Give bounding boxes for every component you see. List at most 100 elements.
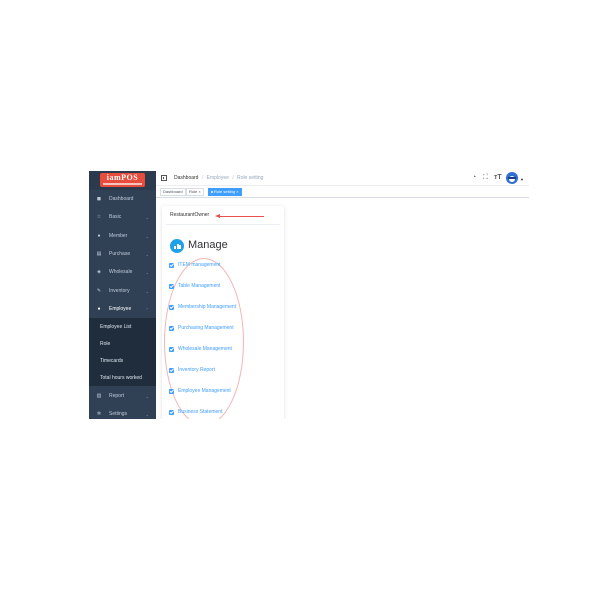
submenu-item-label: Role: [100, 340, 111, 347]
sidebar-item-label: Member: [109, 233, 128, 239]
sidebar-item-label: Inventory: [109, 288, 130, 294]
top-navbar: Dashboard / Employee / Role setting ◔ ⛶ …: [156, 171, 529, 186]
submenu-item-total-hours[interactable]: Total hours worked: [89, 369, 156, 386]
sidebar-item-label: Employee: [109, 306, 132, 312]
chevron-down-icon: ⌄: [145, 288, 149, 294]
permission-checkbox-membership-management[interactable]: Membership Management: [169, 303, 236, 311]
permission-label: ITEM management: [178, 262, 221, 268]
chevron-down-icon: ⌄: [145, 411, 149, 417]
breadcrumb-item-dashboard[interactable]: Dashboard: [174, 175, 198, 181]
permission-label: Business Statement: [178, 409, 223, 415]
help-icon[interactable]: ◔: [472, 174, 476, 182]
submenu-item-label: Timecards: [100, 357, 124, 364]
permission-label: Employee Management: [178, 388, 231, 394]
submenu-item-label: Total hours worked: [100, 374, 142, 381]
font-size-icon[interactable]: ᴛT: [494, 174, 502, 182]
employee-submenu: Employee List Role Timecards Total hours…: [89, 318, 156, 386]
permission-checkbox-item-management[interactable]: ITEM management: [169, 261, 221, 269]
permission-checkbox-table-management[interactable]: Table Management: [169, 282, 221, 290]
section-title: Manage: [188, 239, 228, 251]
checkbox-checked-icon[interactable]: [169, 304, 174, 310]
breadcrumb-item-role-setting: Role setting: [237, 175, 264, 181]
chart-icon: ▥: [96, 393, 102, 399]
breadcrumb: Dashboard / Employee / Role setting: [174, 175, 263, 182]
sidebar-item-label: Dashboard: [109, 196, 134, 202]
breadcrumb-separator: /: [201, 175, 204, 181]
sidebar-item-basic[interactable]: ☆ Basic ⌄: [89, 208, 156, 226]
checkbox-checked-icon[interactable]: [169, 388, 174, 394]
permission-checkbox-business-statement[interactable]: Business Statement: [169, 408, 222, 416]
annotation-arrow-line: [218, 216, 264, 217]
sidebar-item-member[interactable]: ● Member ⌄: [89, 227, 156, 245]
permission-checkbox-wholesale-management[interactable]: Wholesale Management: [169, 345, 232, 353]
permission-checkbox-employee-management[interactable]: Employee Management: [169, 387, 231, 395]
checkbox-checked-icon[interactable]: [169, 283, 174, 289]
app-logo[interactable]: iamPOS: [100, 173, 145, 187]
chevron-down-icon: ⌄: [145, 251, 149, 257]
chevron-up-icon: ⌃: [145, 306, 149, 312]
logo-text: iamPOS: [106, 173, 139, 182]
permission-label: Purchasing Management: [178, 325, 234, 331]
logo-tagline: [103, 183, 142, 185]
sidebar-item-wholesale[interactable]: ◈ Wholesale ⌄: [89, 263, 156, 281]
tag-icon: ◈: [97, 269, 101, 275]
checkbox-checked-icon[interactable]: [169, 409, 174, 415]
breadcrumb-separator: /: [232, 175, 234, 181]
list-icon: ▤: [96, 251, 102, 257]
submenu-item-timecards[interactable]: Timecards: [89, 352, 156, 369]
sidebar-item-report[interactable]: ▥ Report ⌄: [89, 387, 156, 405]
permission-label: Inventory Report: [178, 367, 215, 373]
employee-icon: ●: [97, 306, 101, 312]
breadcrumb-item-employee: Employee: [206, 175, 229, 181]
checkbox-checked-icon[interactable]: [169, 367, 174, 373]
submenu-item-employee-list[interactable]: Employee List: [89, 318, 156, 335]
sidebar-item-label: Settings: [109, 411, 128, 417]
user-icon: ●: [97, 233, 101, 239]
fullscreen-icon[interactable]: ⛶: [483, 174, 488, 182]
chevron-down-icon: ⌄: [145, 233, 149, 239]
checkbox-checked-icon[interactable]: [169, 325, 174, 331]
sidebar-item-label: Purchase: [109, 251, 131, 257]
sidebar-item-label: Wholesale: [109, 269, 133, 275]
permission-label: Membership Management: [178, 304, 237, 310]
submenu-item-role[interactable]: Role: [89, 335, 156, 352]
tag-role-setting[interactable]: Role setting ×: [208, 188, 242, 196]
annotation-arrow-icon: [215, 214, 220, 218]
tag-label: Role setting ×: [214, 189, 239, 194]
sidebar-item-employee[interactable]: ● Employee ⌃: [89, 300, 156, 318]
logo-area: iamPOS: [89, 171, 156, 190]
checkbox-checked-icon[interactable]: [169, 262, 174, 268]
tag-dashboard[interactable]: Dashboard: [160, 188, 186, 196]
sidebar-item-label: Basic: [109, 214, 122, 220]
tags-view: Dashboard Role × Role setting ×: [156, 186, 529, 198]
sidebar-item-label: Report: [109, 393, 125, 399]
sidebar: iamPOS ◼ Dashboard ☆ Basic ⌄ ● Member ⌄ …: [89, 171, 156, 419]
chevron-down-icon: ⌄: [145, 393, 149, 399]
divider: [166, 224, 280, 225]
sidebar-toggle-icon[interactable]: [161, 175, 167, 181]
avatar-band: [508, 177, 516, 179]
app-window: iamPOS ◼ Dashboard ☆ Basic ⌄ ● Member ⌄ …: [89, 171, 529, 419]
main-content: RestaurantOwner Manage ITEM management T…: [156, 198, 529, 419]
role-name[interactable]: RestaurantOwner: [170, 212, 209, 218]
sidebar-item-settings[interactable]: ✲ Settings ⌄: [89, 405, 156, 419]
tag-role[interactable]: Role ×: [186, 188, 204, 196]
sidebar-item-dashboard[interactable]: ◼ Dashboard: [89, 190, 156, 208]
chevron-down-icon: ⌄: [145, 269, 149, 275]
checkbox-checked-icon[interactable]: [169, 346, 174, 352]
role-card: RestaurantOwner Manage ITEM management T…: [162, 206, 284, 419]
star-icon: ☆: [96, 214, 102, 220]
dashboard-icon: ◼: [96, 196, 102, 202]
sidebar-item-purchase[interactable]: ▤ Purchase ⌄: [89, 245, 156, 263]
sidebar-item-inventory[interactable]: ✎ Inventory ⌄: [89, 282, 156, 300]
permission-checkbox-inventory-report[interactable]: Inventory Report: [169, 366, 215, 374]
edit-icon: ✎: [96, 288, 102, 294]
chevron-down-icon: ⌄: [145, 214, 149, 220]
permission-label: Wholesale Management: [178, 346, 232, 352]
avatar[interactable]: [506, 172, 518, 184]
submenu-item-label: Employee List: [100, 323, 132, 330]
caret-down-icon[interactable]: ▼: [520, 177, 524, 182]
permission-label: Table Management: [178, 283, 221, 289]
permission-checkbox-purchasing-management[interactable]: Purchasing Management: [169, 324, 234, 332]
bar-chart-icon: [170, 239, 184, 253]
